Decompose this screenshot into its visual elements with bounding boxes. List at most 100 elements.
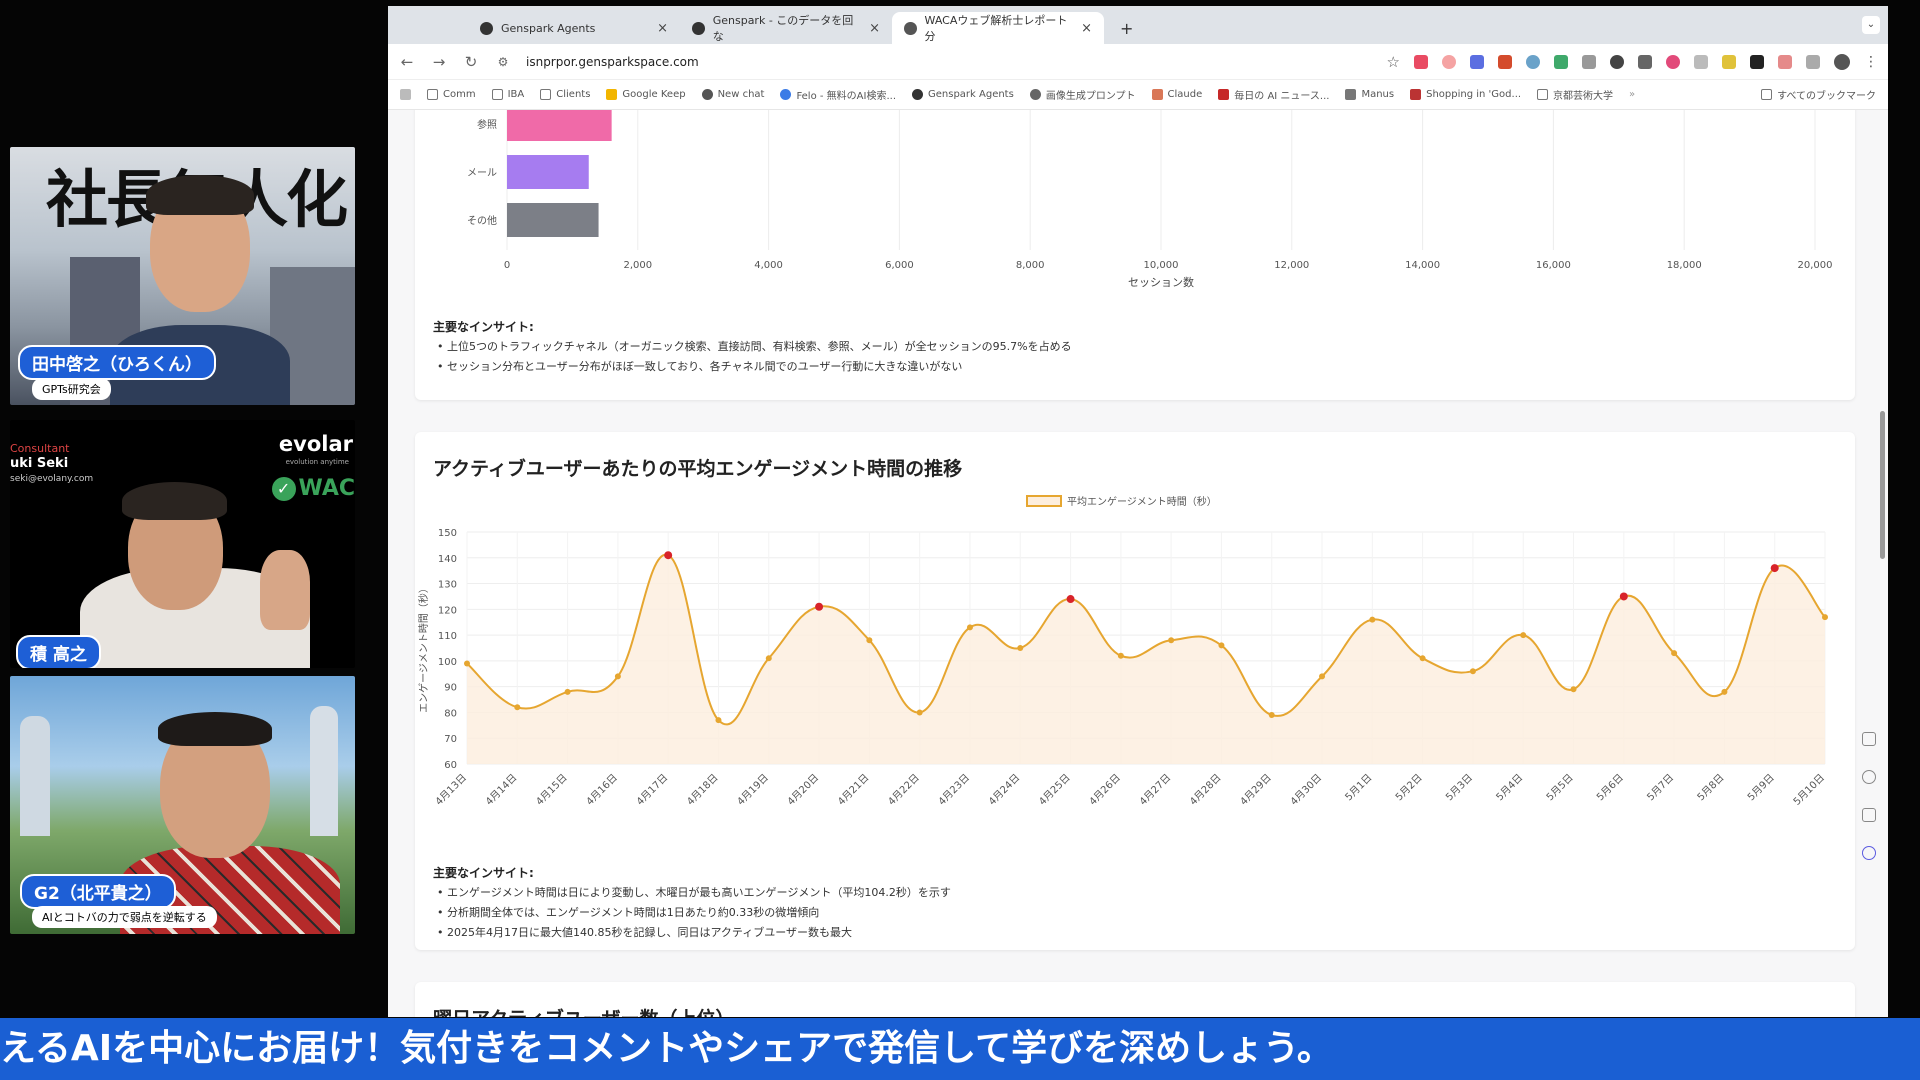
bar [507,110,612,141]
y-tick-label: 80 [444,708,457,719]
new-tab-button[interactable]: + [1108,12,1145,44]
menu-icon[interactable]: ⋮ [1864,54,1878,70]
person-text: uki Seki [10,456,69,471]
y-tick-label: 70 [444,734,457,745]
bookmark-item[interactable]: 毎日の AI ニュース... [1218,87,1329,102]
close-tab-icon[interactable]: × [869,21,880,36]
globe-icon [1029,89,1041,100]
notion-icon[interactable] [1750,54,1764,69]
extension-icon[interactable] [1610,54,1624,69]
x-tick-label: 4月23日 [936,772,972,808]
reload-icon[interactable]: ↻ [462,53,480,71]
extension-icon[interactable] [1694,54,1708,69]
x-tick-label: 2,000 [623,260,652,271]
tab-waca-report[interactable]: WACAウェブ解析士レポート分 × [892,12,1104,44]
x-tick-label: 5月1日 [1343,772,1375,804]
bookmark-folder[interactable]: Clients [540,89,590,100]
forward-icon[interactable]: → [430,53,448,71]
back-icon[interactable]: ← [398,53,416,71]
reader-icon[interactable] [1862,732,1876,746]
x-tick-label: 4,000 [754,260,783,271]
extension-icon[interactable] [1498,54,1512,69]
person-hair [158,712,272,746]
person-hair [122,482,227,520]
traffic-channel-card: 0 2,000 4,000 6,000 8,000 10,000 12,000 14,000 1… [415,110,1855,400]
y-tick-label: その他 [467,214,497,227]
tab-search-icon[interactable]: ⌄ [1862,16,1880,34]
edit-icon[interactable] [1862,770,1876,784]
check-badge-icon: ✓ [271,476,296,501]
x-tick-label: 5月6日 [1594,772,1626,804]
data-point [715,717,722,724]
bookmark-folder[interactable]: Comm [427,89,476,100]
genspark-icon [912,89,923,100]
tab-genspark-agents[interactable]: Genspark Agents × [468,12,680,44]
legend-swatch [1026,495,1062,507]
folder-icon [540,89,552,100]
assistant-icon[interactable] [1862,846,1876,860]
scrollbar-track[interactable] [1878,110,1886,1017]
globe-icon [904,21,917,35]
apps-icon[interactable] [400,89,411,100]
extension-icon[interactable] [1414,54,1428,69]
data-point [1168,637,1175,644]
data-point [514,704,521,711]
extension-icon[interactable] [1554,54,1568,69]
extension-icon[interactable] [1666,54,1680,69]
manus-icon [1345,89,1357,100]
x-tick-label: 4月26日 [1087,772,1123,808]
url-input[interactable]: isnprpor.gensparkspace.com [526,55,699,69]
tab-bar: Genspark Agents × Genspark - このデータを回な × … [388,6,1888,44]
brand-logo: evolar [278,432,353,456]
site-info-icon[interactable]: ⚙ [494,55,512,69]
x-tick-label: 4月13日 [433,772,469,808]
data-point [916,709,923,716]
x-tick-label: 4月17日 [634,772,670,808]
insight-item: セッション分布とユーザー分布がほぼ一致しており、各チャネル間でのユーザー行動に大… [437,358,1072,374]
video-tile-seki: Consultant uki Seki seki@evolany.com evo… [10,420,355,668]
data-point [1570,686,1577,693]
profile-avatar[interactable] [1834,53,1850,70]
bookmark-item[interactable]: 画像生成プロンプト [1029,87,1136,102]
bookmark-item[interactable]: Shopping in 'God... [1410,89,1521,100]
bookmark-item[interactable]: Genspark Agents [912,89,1014,100]
bookmark-item[interactable]: Felo - 無料のAI検索... [780,87,896,102]
y-tick-label: 100 [438,657,457,668]
x-tick-label: 18,000 [1667,260,1702,271]
y-tick-label: 140 [438,554,457,565]
bookmark-item[interactable]: Manus [1345,89,1394,100]
bookmark-star-icon[interactable]: ☆ [1387,53,1400,71]
grid-icon[interactable] [1862,808,1876,822]
x-tick-label: 4月29日 [1238,772,1274,808]
bookmark-folder[interactable]: 京都芸術大学 [1537,87,1613,102]
tab-genspark-data[interactable]: Genspark - このデータを回な × [680,12,892,44]
folder-icon [491,89,503,100]
all-bookmarks[interactable]: すべてのブックマーク [1761,87,1876,102]
role-text: Consultant [10,442,70,455]
extension-icon[interactable] [1526,54,1540,69]
y-tick-label: 130 [438,580,457,591]
data-point [1218,642,1225,649]
close-tab-icon[interactable]: × [657,21,668,36]
x-tick-label: 5月8日 [1695,772,1727,804]
data-point [1268,712,1275,719]
more-bookmarks-icon[interactable]: » [1629,89,1635,100]
y-tick-label: 120 [438,605,457,616]
legend-label: 平均エンゲージメント時間（秒） [1067,495,1217,508]
extension-icon[interactable] [1470,54,1484,69]
scrollbar-thumb[interactable] [1880,411,1885,559]
close-tab-icon[interactable]: × [1081,21,1092,36]
extension-icon[interactable] [1582,54,1596,69]
bookmark-item[interactable]: Claude [1151,89,1202,100]
extension-icon[interactable] [1778,54,1792,69]
extension-icon[interactable] [1722,54,1736,69]
y-axis-label: エンゲージメント時間（秒） [417,583,430,713]
news-icon [1218,89,1230,100]
bookmark-item[interactable]: New chat [701,89,764,100]
bookmark-item[interactable]: Google Keep [606,89,686,100]
participant-subtitle: GPTs研究会 [32,378,111,400]
bookmark-folder[interactable]: IBA [491,89,524,100]
extensions-puzzle-icon[interactable] [1806,54,1820,69]
extension-icon[interactable] [1638,54,1652,69]
extension-icon[interactable] [1442,54,1456,69]
